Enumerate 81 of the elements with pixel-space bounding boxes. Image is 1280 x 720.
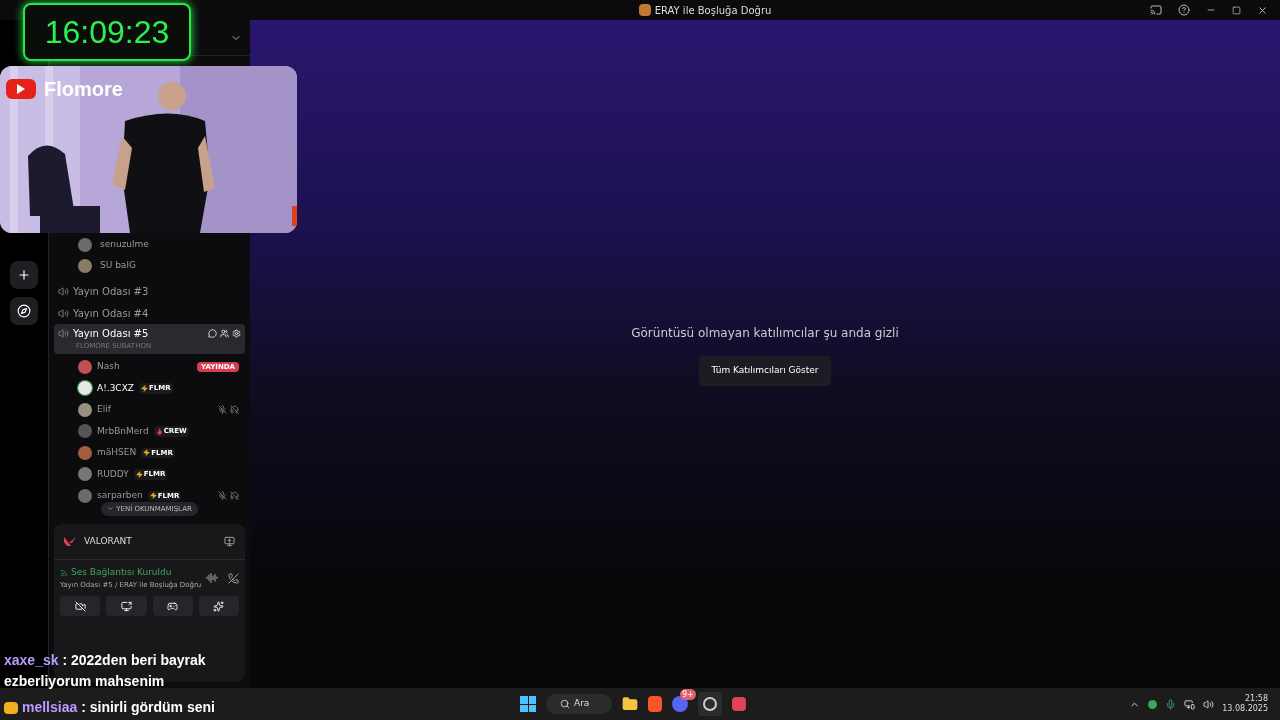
compass-icon (17, 304, 31, 318)
maximize-icon[interactable] (1232, 5, 1241, 15)
chevron-icon (107, 505, 115, 513)
avatar (78, 237, 92, 252)
disconnect-icon[interactable] (228, 572, 239, 584)
camera-button[interactable] (60, 596, 101, 616)
avatar (78, 488, 92, 503)
server-icon (638, 4, 651, 16)
recorder-icon[interactable] (703, 697, 717, 711)
signal-icon (60, 568, 68, 577)
help-icon[interactable] (1178, 4, 1190, 16)
search-field[interactable]: Ara (546, 694, 612, 714)
show-participants-button[interactable]: Tüm Katılımcıları Göster (699, 356, 831, 386)
bolt-icon (143, 449, 151, 457)
avatar (78, 381, 92, 396)
member-name[interactable]: mäHSEN (97, 446, 137, 460)
member-name[interactable]: Nash (97, 360, 120, 374)
gamepad-icon (167, 600, 179, 612)
avatar (78, 445, 92, 460)
chat-icon[interactable] (208, 329, 217, 339)
clock-date: 13.08.2025 (1222, 704, 1268, 714)
notification-badge: 9+ (680, 689, 696, 700)
member-name[interactable]: SU balG (100, 258, 136, 273)
plus-icon (17, 268, 31, 282)
avatar (78, 359, 92, 374)
start-icon[interactable] (520, 696, 536, 712)
invite-icon[interactable] (220, 329, 229, 339)
avatar (78, 402, 92, 417)
soundboard-button[interactable] (198, 596, 239, 616)
deafened-icon (230, 491, 239, 501)
volume-icon[interactable] (1203, 698, 1215, 710)
mic-muted-icon (218, 405, 227, 415)
timer: 16:09:23 (23, 3, 191, 61)
discover-button[interactable] (10, 297, 38, 325)
add-server-button[interactable] (10, 261, 38, 289)
settings-icon[interactable] (232, 329, 241, 339)
activity-name: VALORANT (84, 534, 132, 548)
avatar (78, 467, 92, 482)
member-name[interactable]: Elif (97, 403, 111, 417)
member-name[interactable]: RUDDY (97, 467, 129, 481)
game-launcher-icon[interactable] (732, 697, 746, 711)
member-name[interactable]: senuzulme (100, 237, 149, 252)
avatar (78, 258, 92, 273)
screen-share-button[interactable] (106, 596, 147, 616)
voice-channel[interactable]: Yayın Odası #4 (54, 302, 245, 324)
activity-button[interactable] (152, 596, 193, 616)
flame-icon (155, 427, 163, 435)
mic-muted-icon (218, 491, 227, 501)
channel-name: Flomore (44, 77, 123, 102)
clock-time: 21:58 (1244, 694, 1268, 704)
chat-message: mellsiaa : sinirli gördüm seni (22, 698, 215, 717)
bolt-icon (149, 492, 157, 500)
avatar (78, 424, 92, 439)
bolt-icon (140, 384, 148, 392)
cast-icon[interactable] (1150, 4, 1162, 16)
member-name[interactable]: sarparben (97, 489, 143, 503)
sparkles-icon (213, 600, 225, 612)
camera-off-icon (74, 600, 86, 612)
mic-icon[interactable] (1165, 698, 1177, 710)
stream-icon[interactable] (224, 536, 235, 547)
hidden-participants-message: Görüntüsü olmayan katılımcılar şu anda gizli (631, 325, 899, 342)
noise-icon[interactable] (206, 572, 218, 584)
member-name[interactable]: A!.3CXZ (97, 381, 134, 395)
window-title: ERAY ile Boşluğa Doğru (654, 3, 772, 18)
speaker-icon (58, 285, 69, 297)
close-icon[interactable] (1257, 4, 1268, 16)
speaker-icon (58, 307, 69, 319)
game-logo-icon (64, 537, 76, 546)
network-icon[interactable] (1184, 698, 1196, 710)
browser-icon[interactable] (648, 696, 662, 712)
play-logo-icon (6, 79, 36, 99)
chat-message: xaxe_sk : 2022den beri bayrak ezberliyorum mahsenim (4, 652, 206, 689)
bolt-icon (135, 470, 143, 478)
search-icon (560, 699, 570, 709)
folder-icon[interactable] (622, 696, 638, 712)
deafened-icon (230, 405, 239, 415)
member-name[interactable]: MrbBnMerd (97, 424, 149, 438)
screen-share-icon (120, 600, 132, 612)
voice-channel[interactable]: Yayın Odası #3 (54, 280, 245, 302)
speaker-icon (58, 328, 69, 340)
connection-status: Ses Bağlantısı Kuruldu (71, 566, 172, 579)
